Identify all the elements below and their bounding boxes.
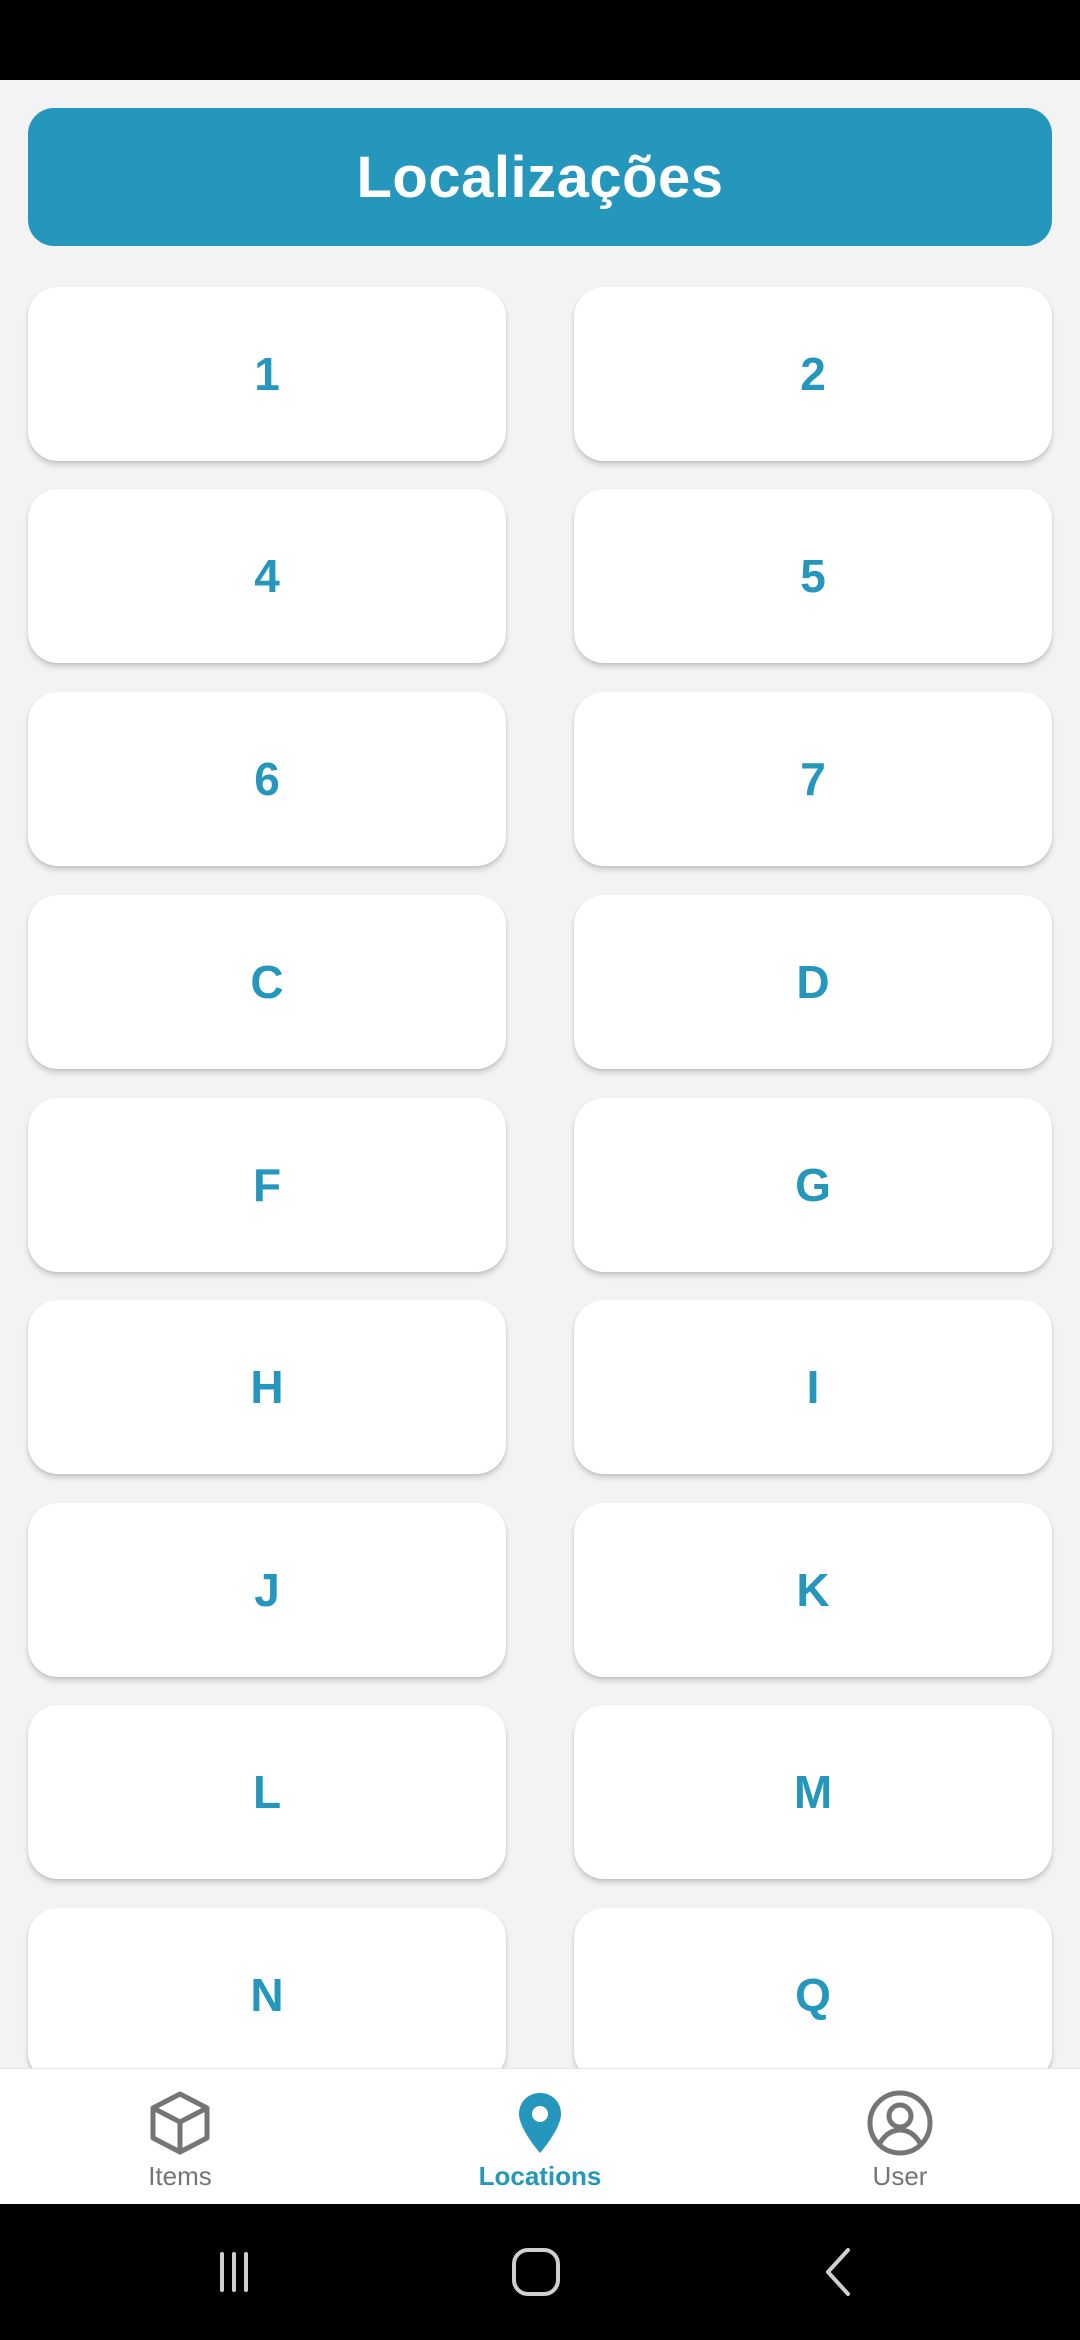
location-label: 5	[800, 550, 826, 602]
location-card[interactable]: C	[28, 895, 506, 1069]
location-label: G	[795, 1159, 831, 1211]
location-card[interactable]: D	[574, 895, 1052, 1069]
location-label: 1	[254, 348, 280, 400]
location-card[interactable]: F	[28, 1098, 506, 1272]
location-label: 4	[254, 550, 280, 602]
recent-apps-button[interactable]	[174, 2204, 294, 2340]
location-label: 6	[254, 753, 280, 805]
location-card[interactable]: H	[28, 1300, 506, 1474]
user-circle-icon	[867, 2090, 933, 2156]
location-label: D	[796, 956, 830, 1008]
location-label: I	[806, 1361, 820, 1413]
locations-screen: Localizações 1 2 4 5 6 7 C D F G H I J K…	[0, 80, 1080, 2068]
home-icon	[512, 2248, 560, 2296]
location-label: C	[250, 956, 284, 1008]
page-header: Localizações	[28, 108, 1052, 246]
nav-tab-user[interactable]: User	[720, 2069, 1080, 2205]
nav-label-items: Items	[148, 2161, 212, 2191]
location-card[interactable]: 1	[28, 287, 506, 461]
location-card[interactable]: 7	[574, 692, 1052, 866]
status-bar	[0, 0, 1080, 80]
home-button[interactable]	[476, 2204, 596, 2340]
nav-label-locations: Locations	[478, 2161, 602, 2191]
location-label: L	[252, 1766, 282, 1818]
location-card[interactable]: I	[574, 1300, 1052, 1474]
location-card[interactable]: 5	[574, 489, 1052, 663]
location-card[interactable]: G	[574, 1098, 1052, 1272]
location-card[interactable]: N	[28, 1908, 506, 2068]
location-card[interactable]: L	[28, 1705, 506, 1879]
back-icon	[826, 2248, 850, 2296]
nav-label-user: User	[872, 2161, 928, 2191]
location-card[interactable]: 2	[574, 287, 1052, 461]
location-label: F	[252, 1159, 282, 1211]
location-card[interactable]: K	[574, 1503, 1052, 1677]
location-label: 2	[800, 348, 826, 400]
location-label: M	[793, 1766, 833, 1818]
location-label: N	[250, 1969, 284, 2021]
location-card[interactable]: 4	[28, 489, 506, 663]
location-label: J	[254, 1564, 280, 1616]
recent-apps-icon	[220, 2252, 248, 2292]
back-button[interactable]	[780, 2204, 900, 2340]
bottom-navigation: Items Locations User	[0, 2068, 1080, 2204]
system-navigation-bar	[0, 2204, 1080, 2340]
nav-tab-locations[interactable]: Locations	[360, 2069, 720, 2205]
location-card[interactable]: M	[574, 1705, 1052, 1879]
location-label: 7	[800, 753, 826, 805]
location-label: H	[250, 1361, 284, 1413]
cube-icon	[150, 2091, 210, 2155]
location-card[interactable]: J	[28, 1503, 506, 1677]
location-card[interactable]: 6	[28, 692, 506, 866]
location-label: K	[796, 1564, 830, 1616]
location-pin-icon	[519, 2093, 561, 2153]
location-card[interactable]: Q	[574, 1908, 1052, 2068]
nav-tab-items[interactable]: Items	[0, 2069, 360, 2205]
page-title: Localizações	[356, 144, 724, 210]
location-label: Q	[795, 1969, 831, 2021]
